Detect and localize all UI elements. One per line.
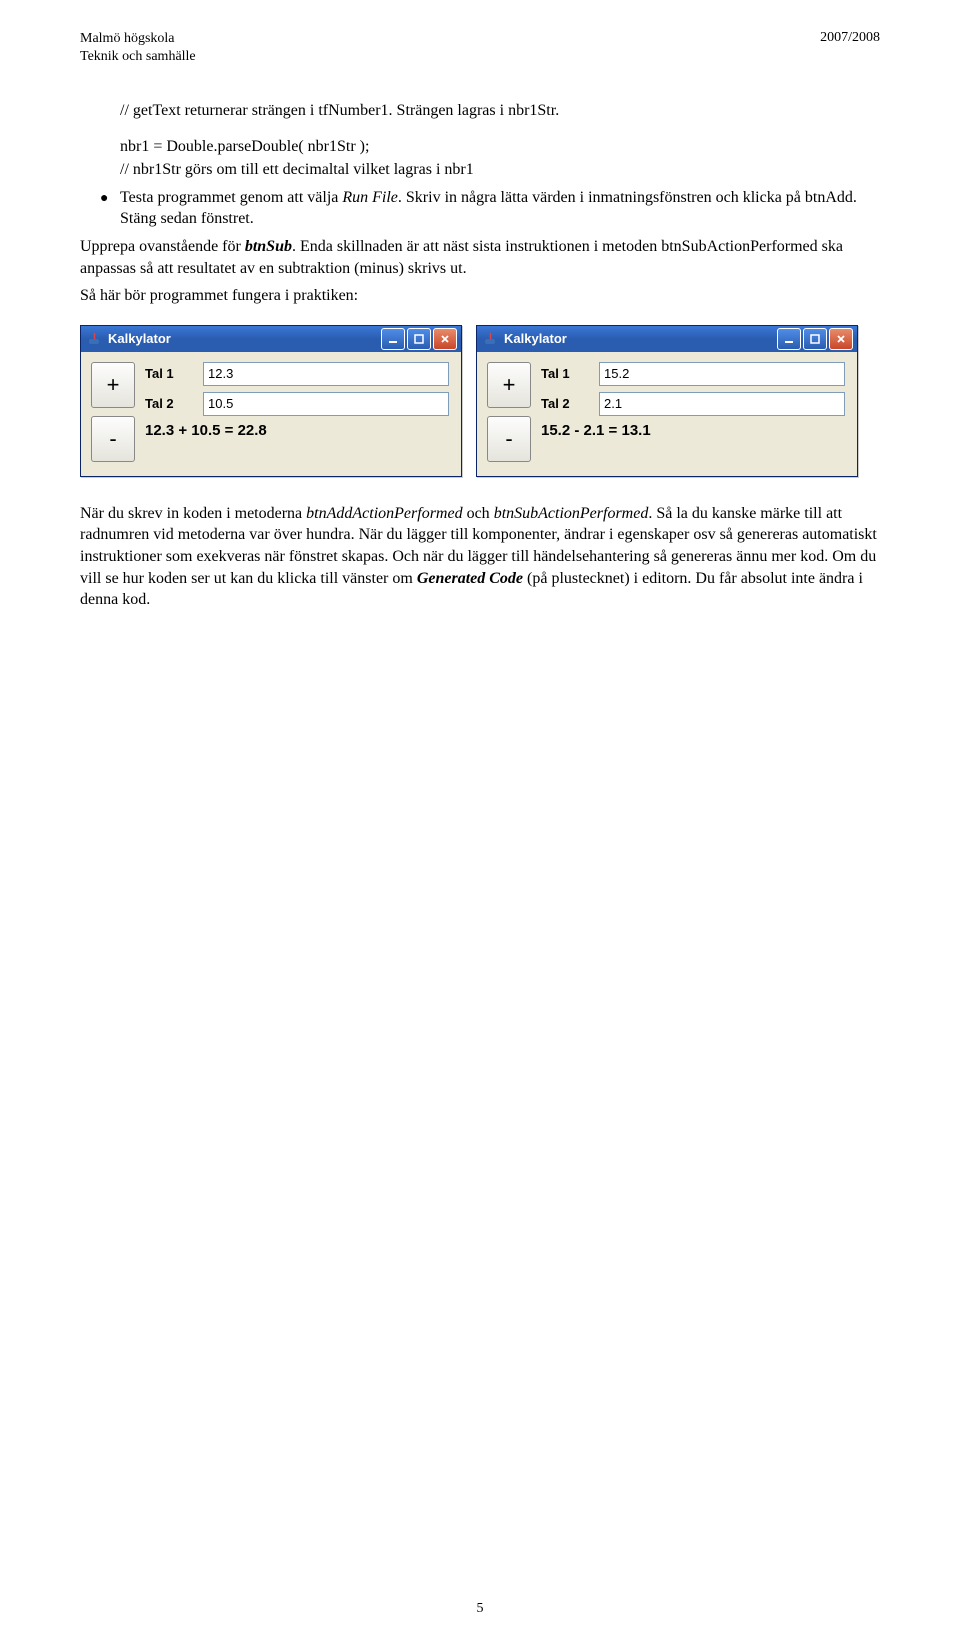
result-text: 12.3 + 10.5 = 22.8 — [145, 422, 449, 439]
bullet-dot-icon: ● — [100, 187, 120, 209]
tal1-input[interactable]: 12.3 — [203, 362, 449, 386]
header-department: Teknik och samhälle — [80, 48, 196, 66]
calc-window-2: Kalkylator + - Tal 1 15 — [476, 325, 858, 477]
p3-t1: När du skrev in koden i metoderna — [80, 505, 306, 522]
window-title: Kalkylator — [108, 331, 381, 346]
tal2-input[interactable]: 2.1 — [599, 392, 845, 416]
field-row-2: Tal 2 10.5 — [145, 392, 449, 416]
tal1-label: Tal 1 — [541, 366, 589, 381]
page: Malmö högskola Teknik och samhälle 2007/… — [0, 0, 960, 1647]
generated-code-label: Generated Code — [417, 570, 523, 587]
paragraph-practice: Så här bör programmet fungera i praktike… — [80, 285, 880, 307]
window-body: + - Tal 1 15.2 Tal 2 2.1 15.2 - 2.1 = 13… — [477, 352, 857, 476]
field-row-1: Tal 1 12.3 — [145, 362, 449, 386]
code-block: // getText returnerar strängen i tfNumbe… — [120, 100, 880, 181]
header-left: Malmö högskola Teknik och samhälle — [80, 30, 196, 66]
code-line-1: nbr1 = Double.parseDouble( nbr1Str ); — [120, 136, 880, 158]
minimize-icon[interactable] — [381, 328, 405, 350]
window-buttons — [381, 328, 457, 350]
java-icon — [87, 331, 103, 347]
page-number: 5 — [0, 1601, 960, 1617]
bullet-text: Testa programmet genom att välja Run Fil… — [120, 187, 880, 230]
header-year: 2007/2008 — [820, 30, 880, 46]
operator-column: + - — [91, 362, 135, 462]
code-comment-1: // getText returnerar strängen i tfNumbe… — [120, 100, 880, 122]
result-text: 15.2 - 2.1 = 13.1 — [541, 422, 845, 439]
fields-column: Tal 1 12.3 Tal 2 10.5 12.3 + 10.5 = 22.8 — [145, 362, 449, 462]
tal1-label: Tal 1 — [145, 366, 193, 381]
method-1: btnAddActionPerformed — [306, 505, 462, 522]
code-comment-2: // nbr1Str görs om till ett decimaltal v… — [120, 159, 880, 181]
p3-t2: och — [463, 505, 494, 522]
tal2-label: Tal 2 — [541, 396, 589, 411]
bullet-text-pre: Testa programmet genom att välja — [120, 189, 342, 206]
plus-button[interactable]: + — [91, 362, 135, 408]
run-file-label: Run File — [342, 189, 398, 206]
screenshots-row: Kalkylator + - Tal 1 12 — [80, 325, 880, 477]
method-2: btnSubActionPerformed — [494, 505, 649, 522]
fields-column: Tal 1 15.2 Tal 2 2.1 15.2 - 2.1 = 13.1 — [541, 362, 845, 462]
titlebar: Kalkylator — [81, 326, 461, 352]
minimize-icon[interactable] — [777, 328, 801, 350]
maximize-icon[interactable] — [407, 328, 431, 350]
tal2-input[interactable]: 10.5 — [203, 392, 449, 416]
bullet-item: ● Testa programmet genom att välja Run F… — [100, 187, 880, 230]
field-row-2: Tal 2 2.1 — [541, 392, 845, 416]
para1-pre: Upprepa ovanstående för — [80, 238, 245, 255]
minus-button[interactable]: - — [487, 416, 531, 462]
close-icon[interactable] — [433, 328, 457, 350]
close-icon[interactable] — [829, 328, 853, 350]
titlebar: Kalkylator — [477, 326, 857, 352]
window-buttons — [777, 328, 853, 350]
window-body: + - Tal 1 12.3 Tal 2 10.5 12.3 + 10.5 = … — [81, 352, 461, 476]
window-title: Kalkylator — [504, 331, 777, 346]
java-icon — [483, 331, 499, 347]
content: // getText returnerar strängen i tfNumbe… — [80, 100, 880, 611]
tal1-input[interactable]: 15.2 — [599, 362, 845, 386]
btnsub-label: btnSub — [245, 238, 292, 255]
paragraph-btnsub: Upprepa ovanstående för btnSub. Enda ski… — [80, 236, 880, 279]
maximize-icon[interactable] — [803, 328, 827, 350]
field-row-1: Tal 1 15.2 — [541, 362, 845, 386]
plus-button[interactable]: + — [487, 362, 531, 408]
header-institution: Malmö högskola — [80, 30, 196, 48]
tal2-label: Tal 2 — [145, 396, 193, 411]
minus-button[interactable]: - — [91, 416, 135, 462]
calc-window-1: Kalkylator + - Tal 1 12 — [80, 325, 462, 477]
operator-column: + - — [487, 362, 531, 462]
paragraph-generated-code: När du skrev in koden i metoderna btnAdd… — [80, 503, 880, 611]
